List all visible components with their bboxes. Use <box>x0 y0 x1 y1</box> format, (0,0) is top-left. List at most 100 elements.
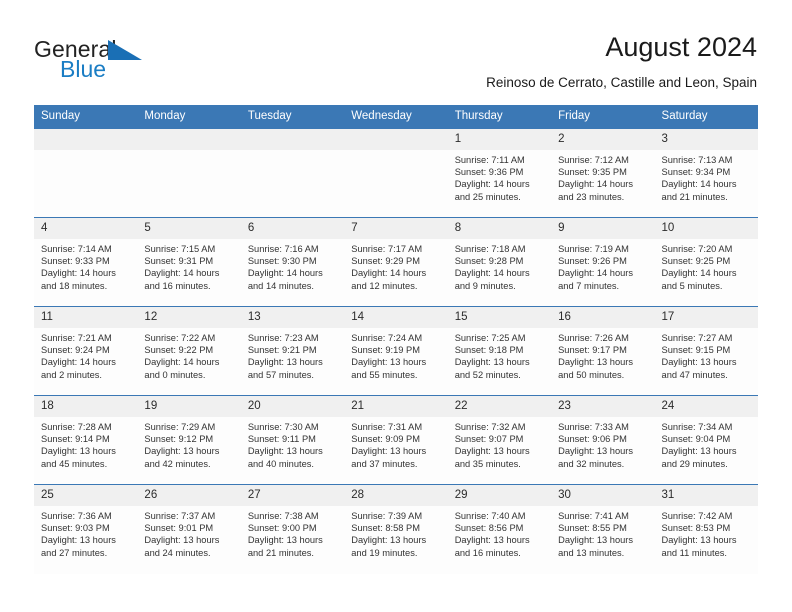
daylight-text-line1: Daylight: 13 hours <box>247 357 323 368</box>
sunset-text: Sunset: 9:33 PM <box>41 256 110 267</box>
day-number: 15 <box>447 307 552 328</box>
calendar-body: 1 Sunrise: 7:11 AM Sunset: 9:36 PM Daylight… <box>34 128 758 574</box>
calendar-day-cell[interactable]: 28 Sunrise: 7:39 AM Sunset: 8:58 PM Dayligh… <box>344 484 448 574</box>
sunrise-text: Sunrise: 7:15 AM <box>144 244 216 254</box>
day-info: Sunrise: 7:36 AM Sunset: 9:03 PM Daylight:… <box>34 506 137 559</box>
sunrise-sunset-calendar: Sunday Monday Tuesday Wednesday Thursday… <box>34 105 758 574</box>
calendar-day-cell[interactable]: 21 Sunrise: 7:31 AM Sunset: 9:09 PM Dayligh… <box>344 395 448 485</box>
sunset-text: Sunset: 9:11 PM <box>247 434 316 445</box>
daylight-text-line2: and 47 minutes. <box>661 369 728 380</box>
day-info: Sunrise: 7:34 AM Sunset: 9:04 PM Daylight:… <box>655 417 758 470</box>
day-number: 4 <box>34 218 138 239</box>
daylight-text-line1: Daylight: 14 hours <box>41 268 116 279</box>
daylight-text-line1: Daylight: 13 hours <box>661 446 737 457</box>
calendar-day-cell[interactable]: 12 Sunrise: 7:22 AM Sunset: 9:22 PM Dayligh… <box>137 306 241 396</box>
daylight-text-line2: and 23 minutes. <box>558 191 625 202</box>
daylight-text-line1: Daylight: 14 hours <box>661 268 737 279</box>
calendar-day-cell[interactable]: 7 Sunrise: 7:17 AM Sunset: 9:29 PM Daylight… <box>344 217 448 307</box>
daylight-text-line1: Daylight: 13 hours <box>558 357 634 368</box>
daylight-text-line1: Daylight: 14 hours <box>144 268 220 279</box>
calendar-day-cell[interactable]: 31 Sunrise: 7:42 AM Sunset: 8:53 PM Dayligh… <box>654 484 758 574</box>
sunrise-text: Sunrise: 7:34 AM <box>661 422 733 432</box>
day-number <box>240 129 345 150</box>
calendar-day-cell[interactable]: 3 Sunrise: 7:13 AM Sunset: 9:34 PM Daylight… <box>654 128 758 218</box>
calendar-day-cell[interactable]: 15 Sunrise: 7:25 AM Sunset: 9:18 PM Dayligh… <box>447 306 552 396</box>
calendar-day-cell[interactable]: 29 Sunrise: 7:40 AM Sunset: 8:56 PM Dayligh… <box>447 484 552 574</box>
calendar-day-cell[interactable]: 14 Sunrise: 7:24 AM Sunset: 9:19 PM Dayligh… <box>344 306 448 396</box>
day-number: 1 <box>447 129 552 150</box>
day-number: 29 <box>447 485 552 506</box>
day-info: Sunrise: 7:18 AM Sunset: 9:28 PM Daylight:… <box>448 239 551 292</box>
sunrise-text: Sunrise: 7:24 AM <box>351 333 423 343</box>
daylight-text-line2: and 13 minutes. <box>558 547 625 558</box>
day-number: 22 <box>447 396 552 417</box>
calendar-day-cell[interactable]: 20 Sunrise: 7:30 AM Sunset: 9:11 PM Dayligh… <box>240 395 345 485</box>
daylight-text-line2: and 12 minutes. <box>351 280 418 291</box>
calendar-day-cell[interactable]: 17 Sunrise: 7:27 AM Sunset: 9:15 PM Dayligh… <box>654 306 758 396</box>
day-number: 23 <box>551 396 655 417</box>
calendar-day-cell[interactable]: 18 Sunrise: 7:28 AM Sunset: 9:14 PM Dayligh… <box>34 395 138 485</box>
calendar-day-cell[interactable]: 27 Sunrise: 7:38 AM Sunset: 9:00 PM Dayligh… <box>240 484 345 574</box>
daylight-text-line2: and 55 minutes. <box>351 369 418 380</box>
sunset-text: Sunset: 9:24 PM <box>41 345 110 356</box>
calendar-week-row: 25 Sunrise: 7:36 AM Sunset: 9:03 PM Dayligh… <box>34 484 758 574</box>
calendar-day-cell[interactable]: 2 Sunrise: 7:12 AM Sunset: 9:35 PM Daylight… <box>551 128 655 218</box>
calendar-day-cell[interactable]: 9 Sunrise: 7:19 AM Sunset: 9:26 PM Daylight… <box>551 217 655 307</box>
calendar-day-cell[interactable]: 24 Sunrise: 7:34 AM Sunset: 9:04 PM Dayligh… <box>654 395 758 485</box>
calendar-day-cell[interactable]: 5 Sunrise: 7:15 AM Sunset: 9:31 PM Daylight… <box>137 217 241 307</box>
sunrise-text: Sunrise: 7:25 AM <box>454 333 526 343</box>
day-number: 7 <box>344 218 448 239</box>
sunset-text: Sunset: 9:03 PM <box>41 523 110 534</box>
sunset-text: Sunset: 9:36 PM <box>454 167 524 178</box>
daylight-text-line2: and 32 minutes. <box>558 458 625 469</box>
calendar-day-cell[interactable]: 22 Sunrise: 7:32 AM Sunset: 9:07 PM Dayligh… <box>447 395 552 485</box>
calendar-day-cell[interactable]: 19 Sunrise: 7:29 AM Sunset: 9:12 PM Dayligh… <box>137 395 241 485</box>
day-info: Sunrise: 7:27 AM Sunset: 9:15 PM Daylight:… <box>655 328 758 381</box>
calendar-day-cell[interactable]: 11 Sunrise: 7:21 AM Sunset: 9:24 PM Dayligh… <box>34 306 138 396</box>
daylight-text-line1: Daylight: 14 hours <box>144 357 220 368</box>
day-info: Sunrise: 7:13 AM Sunset: 9:34 PM Daylight:… <box>655 150 758 203</box>
day-number: 27 <box>240 485 345 506</box>
daylight-text-line1: Daylight: 13 hours <box>351 446 427 457</box>
triangle-icon <box>108 40 142 65</box>
day-number: 24 <box>654 396 758 417</box>
calendar-day-cell[interactable]: 16 Sunrise: 7:26 AM Sunset: 9:17 PM Dayligh… <box>551 306 655 396</box>
calendar-day-cell[interactable]: 25 Sunrise: 7:36 AM Sunset: 9:03 PM Dayligh… <box>34 484 138 574</box>
sunrise-text: Sunrise: 7:38 AM <box>247 511 319 521</box>
sunrise-text: Sunrise: 7:30 AM <box>247 422 319 432</box>
sunset-text: Sunset: 9:07 PM <box>454 434 524 445</box>
sunset-text: Sunset: 9:21 PM <box>247 345 317 356</box>
logo[interactable]: General Blue <box>34 36 164 84</box>
calendar-week-row: 18 Sunrise: 7:28 AM Sunset: 9:14 PM Dayligh… <box>34 395 758 485</box>
day-info: Sunrise: 7:26 AM Sunset: 9:17 PM Daylight:… <box>551 328 654 381</box>
sunset-text: Sunset: 8:56 PM <box>454 523 524 534</box>
day-number: 3 <box>654 129 758 150</box>
calendar-day-cell[interactable]: 1 Sunrise: 7:11 AM Sunset: 9:36 PM Daylight… <box>447 128 552 218</box>
day-info: Sunrise: 7:17 AM Sunset: 9:29 PM Daylight:… <box>344 239 447 292</box>
day-info: Sunrise: 7:24 AM Sunset: 9:19 PM Daylight:… <box>344 328 447 381</box>
calendar-day-cell[interactable]: 26 Sunrise: 7:37 AM Sunset: 9:01 PM Dayligh… <box>137 484 241 574</box>
daylight-text-line2: and 24 minutes. <box>144 547 211 558</box>
calendar-day-cell[interactable]: 30 Sunrise: 7:41 AM Sunset: 8:55 PM Dayligh… <box>551 484 655 574</box>
calendar-day-cell[interactable]: 6 Sunrise: 7:16 AM Sunset: 9:30 PM Daylight… <box>240 217 345 307</box>
sunset-text: Sunset: 9:34 PM <box>661 167 731 178</box>
calendar-day-cell[interactable]: 4 Sunrise: 7:14 AM Sunset: 9:33 PM Daylight… <box>34 217 138 307</box>
sunset-text: Sunset: 9:00 PM <box>247 523 317 534</box>
day-info: Sunrise: 7:25 AM Sunset: 9:18 PM Daylight:… <box>448 328 551 381</box>
daylight-text-line1: Daylight: 13 hours <box>144 535 220 546</box>
sunset-text: Sunset: 9:30 PM <box>247 256 317 267</box>
day-number: 31 <box>654 485 758 506</box>
day-number: 20 <box>240 396 345 417</box>
sunrise-text: Sunrise: 7:36 AM <box>41 511 112 521</box>
day-number: 10 <box>654 218 758 239</box>
sunset-text: Sunset: 9:15 PM <box>661 345 731 356</box>
sunrise-text: Sunrise: 7:33 AM <box>558 422 629 432</box>
daylight-text-line2: and 57 minutes. <box>247 369 314 380</box>
day-info: Sunrise: 7:30 AM Sunset: 9:11 PM Daylight:… <box>241 417 344 470</box>
weekday-header-tuesday: Tuesday <box>240 105 345 129</box>
calendar-day-cell[interactable]: 8 Sunrise: 7:18 AM Sunset: 9:28 PM Daylight… <box>447 217 552 307</box>
page-subtitle: Reinoso de Cerrato, Castille and Leon, S… <box>486 75 757 90</box>
calendar-day-cell[interactable]: 10 Sunrise: 7:20 AM Sunset: 9:25 PM Dayligh… <box>654 217 758 307</box>
calendar-day-cell[interactable]: 23 Sunrise: 7:33 AM Sunset: 9:06 PM Dayligh… <box>551 395 655 485</box>
calendar-day-cell[interactable]: 13 Sunrise: 7:23 AM Sunset: 9:21 PM Dayligh… <box>240 306 345 396</box>
